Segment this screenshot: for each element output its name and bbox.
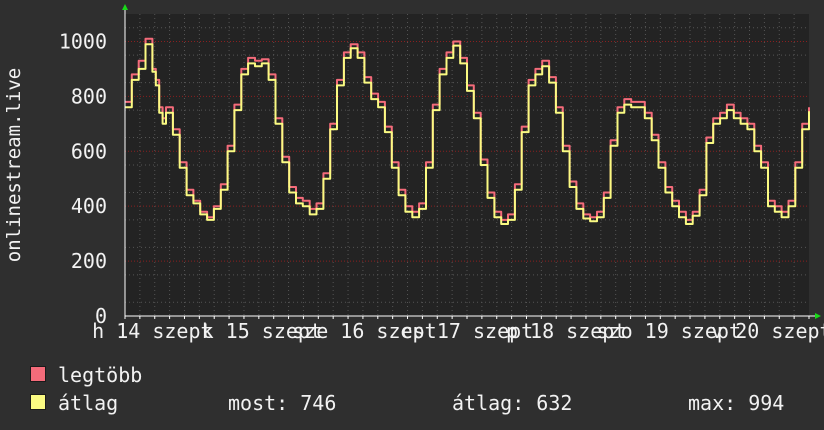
legend-item-atlag: átlag most: 746 átlag: 632 max: 994 <box>30 390 810 416</box>
atlag-swatch <box>30 394 46 410</box>
legend-label-legtobb: legtöbb <box>58 363 143 387</box>
stat-atlag: átlag: 632 <box>452 391 573 415</box>
y-tick-label: 400 <box>71 194 107 218</box>
y-tick-label: 600 <box>71 139 107 163</box>
x-tick-label: v 20 szept <box>711 319 824 343</box>
legend: legtöbb átlag most: 746 átlag: 632 max: … <box>30 362 810 422</box>
y-axis-label: onlinestream.live <box>3 68 25 262</box>
y-axis-arrow-icon <box>122 4 128 10</box>
y-axis-ticks: 02004006008001000 <box>59 29 107 328</box>
x-tick-label: h 14 szept <box>92 319 212 343</box>
stat-max: max: 994 <box>688 391 785 415</box>
legtobb-swatch <box>30 366 46 382</box>
y-tick-label: 800 <box>71 84 107 108</box>
y-tick-label: 200 <box>71 249 107 273</box>
x-axis-ticks: h 14 szeptk 15 szeptsze 16 szeptcs 17 sz… <box>92 319 824 343</box>
y-tick-label: 1000 <box>59 29 107 53</box>
stat-most: most: 746 <box>228 391 337 415</box>
legend-label-atlag: átlag <box>58 391 119 415</box>
